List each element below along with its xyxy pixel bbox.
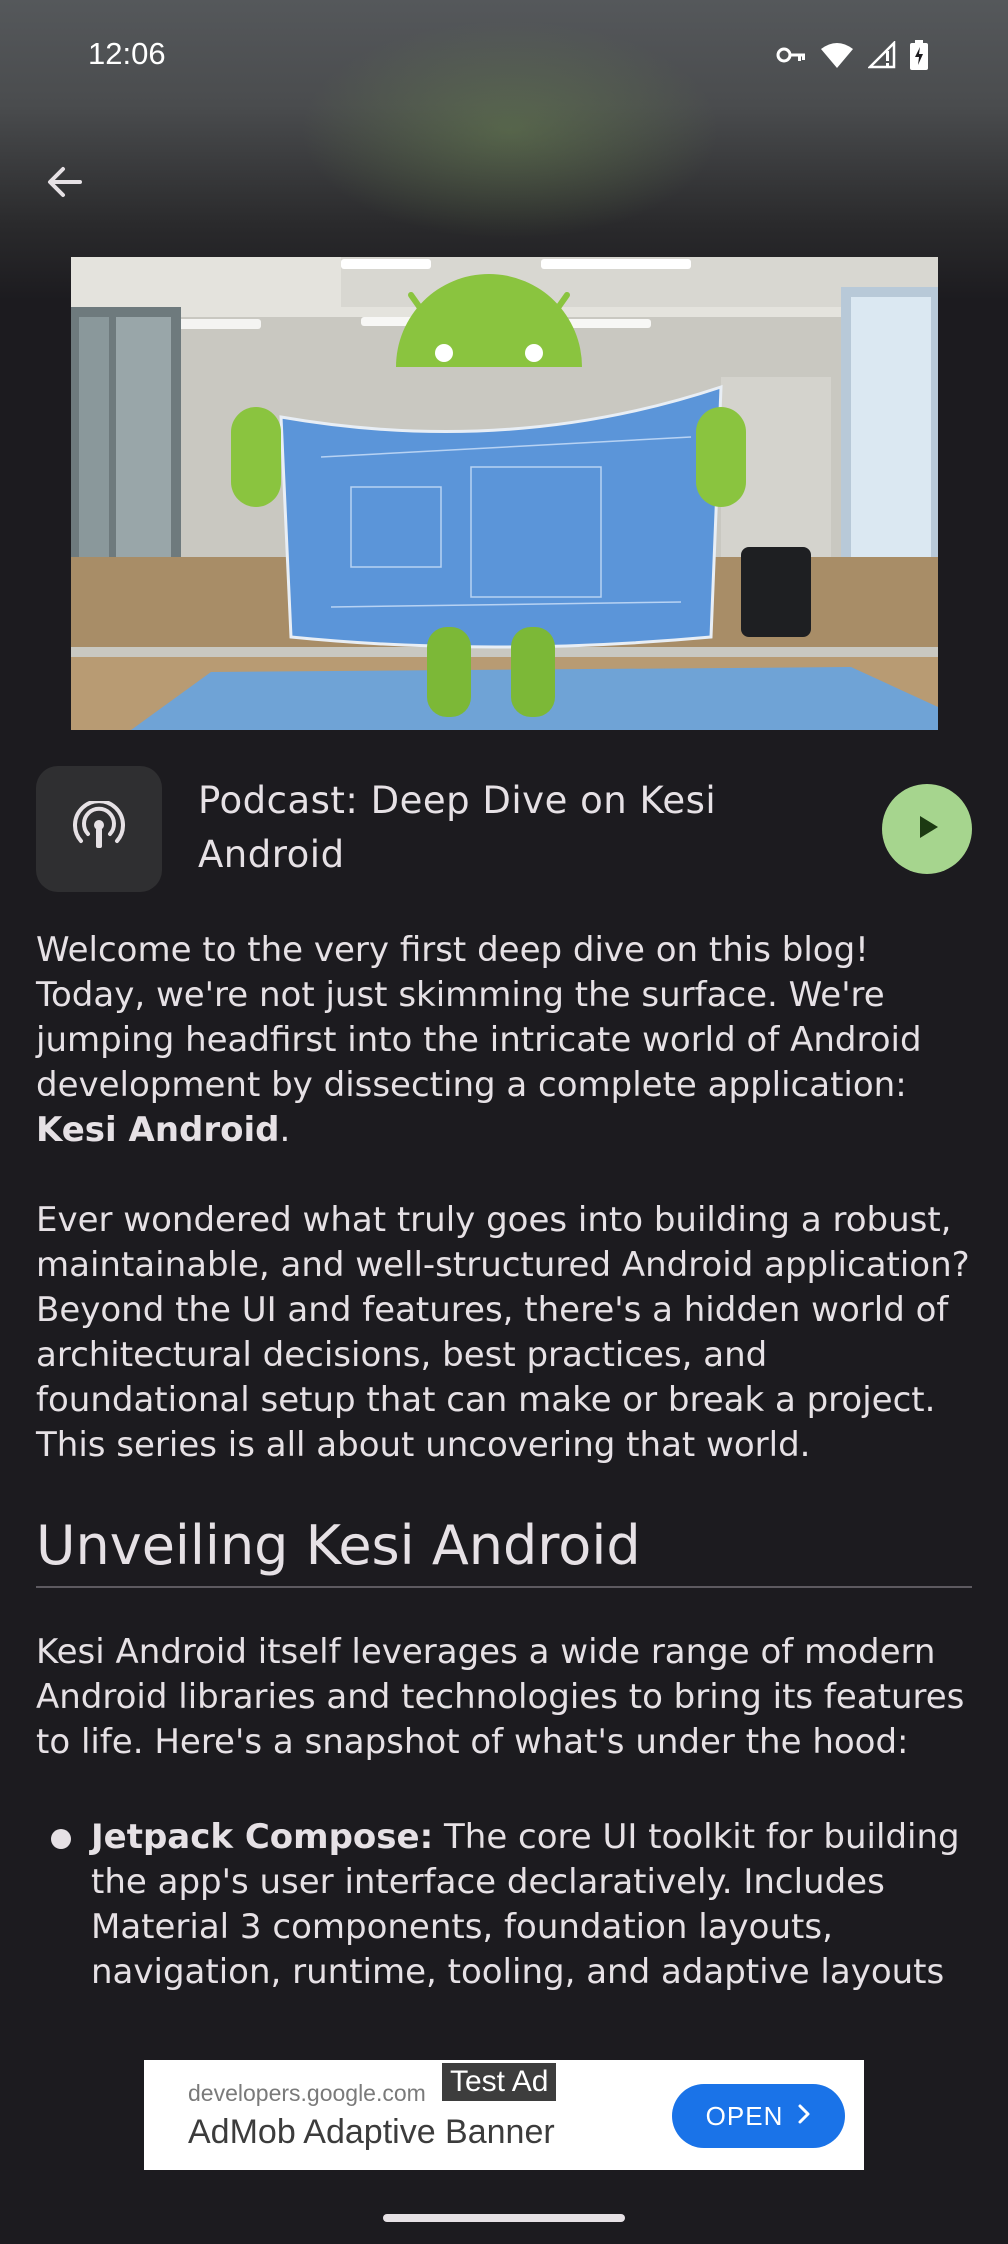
intro-suffix: . <box>279 1110 291 1150</box>
podcast-title: Podcast: Deep Dive on Kesi Android <box>198 779 717 876</box>
ad-open-label: OPEN <box>705 2100 784 2131</box>
podcast-icon <box>73 799 125 857</box>
article-intro: Welcome to the very first deep dive on t… <box>36 928 972 1153</box>
play-button[interactable] <box>882 784 972 874</box>
list-item-term: Jetpack Compose: <box>91 1817 434 1857</box>
tech-list: Jetpack Compose: The core UI toolkit for… <box>36 1815 972 1995</box>
ad-url: developers.google.com <box>188 2080 426 2106</box>
ad-open-button[interactable]: OPEN <box>672 2084 845 2148</box>
intro-bold-text: Kesi Android <box>36 1110 280 1150</box>
podcast-player: Podcast: Deep Dive on Kesi Android <box>36 766 972 892</box>
ad-banner[interactable]: developers.google.com AdMob Adaptive Ban… <box>144 2060 864 2170</box>
status-bar: 12:06 <box>0 0 1008 112</box>
ad-title: AdMob Adaptive Banner <box>188 2113 555 2151</box>
article-paragraph: Ever wondered what truly goes into build… <box>36 1200 970 1465</box>
bullet-icon <box>51 1829 71 1849</box>
home-indicator[interactable] <box>383 2214 625 2222</box>
article-body: Welcome to the very first deep dive on t… <box>36 928 972 1995</box>
arrow-back-icon <box>44 162 84 206</box>
status-icons <box>776 40 928 70</box>
podcast-icon-box <box>36 766 162 892</box>
signal-icon <box>868 41 896 69</box>
article-paragraph: Kesi Android itself leverages a wide ran… <box>36 1632 965 1762</box>
hero-image <box>71 257 938 730</box>
back-button[interactable] <box>36 156 92 212</box>
battery-charging-icon <box>910 40 928 70</box>
list-item: Jetpack Compose: The core UI toolkit for… <box>36 1815 972 1995</box>
android-robot-blueprint-image <box>71 257 938 730</box>
vpn-key-icon <box>776 45 806 65</box>
status-time: 12:06 <box>88 36 166 71</box>
wifi-icon <box>820 41 854 69</box>
test-ad-badge: Test Ad <box>442 2063 557 2101</box>
play-icon <box>912 812 942 846</box>
chevron-right-icon <box>797 2101 811 2132</box>
section-heading: Unveiling Kesi Android <box>36 1512 972 1588</box>
intro-text: Welcome to the very first deep dive on t… <box>36 930 922 1105</box>
